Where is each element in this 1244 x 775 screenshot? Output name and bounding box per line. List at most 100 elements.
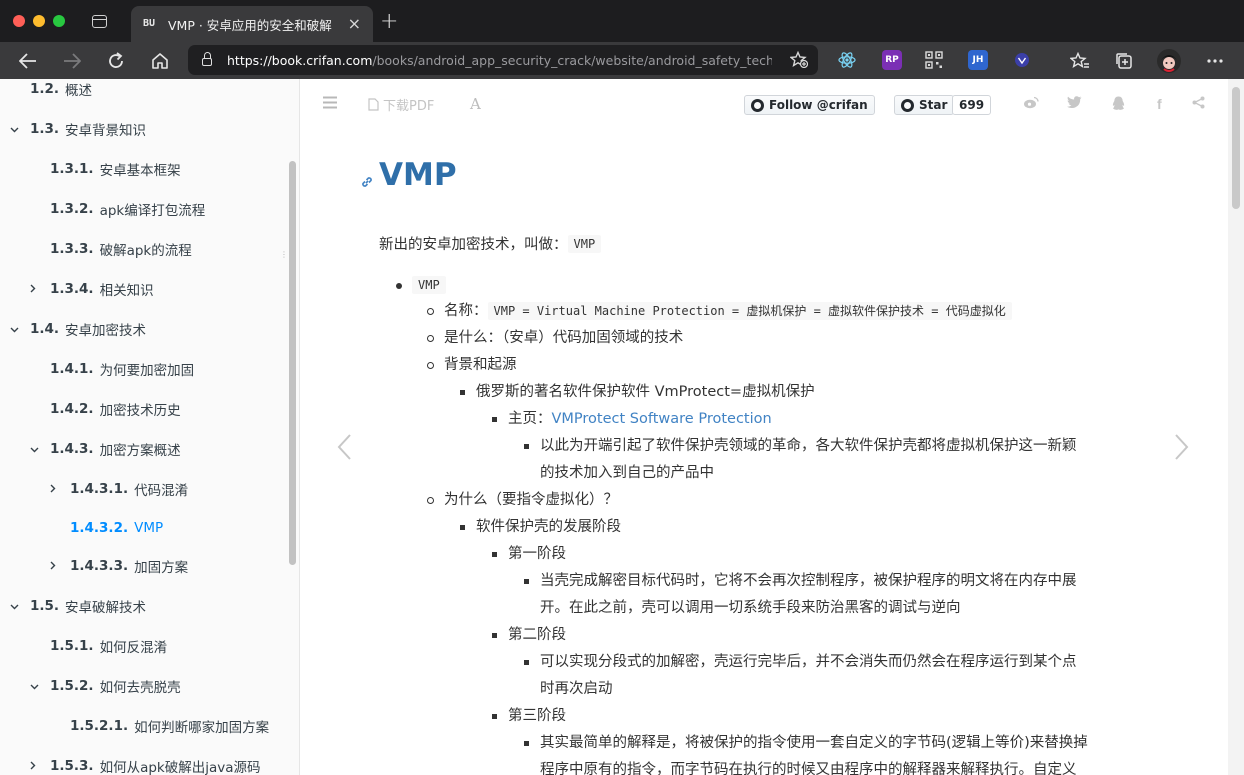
font-settings-icon[interactable]: A (470, 95, 481, 113)
address-bar[interactable]: https://book.crifan.com/books/android_ap… (188, 45, 818, 75)
sidebar-resize-handle[interactable]: ⋮ (280, 251, 288, 265)
list-bullet (492, 714, 497, 719)
close-tab-icon[interactable]: × (348, 16, 361, 32)
toc-item[interactable]: 1.5.1. 如何反混淆 (50, 636, 167, 656)
toc-item[interactable]: 1.4.2. 加密技术历史 (50, 399, 181, 419)
toc-item-label: 加固方案 (134, 560, 189, 576)
forward-arrow-icon[interactable] (57, 42, 87, 79)
chevron-right-icon[interactable] (50, 483, 60, 496)
qq-share-icon[interactable] (1112, 96, 1125, 115)
toc-item[interactable]: 1.5.2. 如何去壳脱壳 (30, 676, 181, 696)
chevron-down-icon[interactable] (10, 123, 20, 136)
toc-item[interactable]: 1.3.1. 安卓基本框架 (50, 159, 181, 179)
content-scrollbar[interactable] (1232, 87, 1240, 209)
favorites-icon[interactable] (1065, 42, 1095, 79)
github-star-button[interactable]: Star (894, 95, 955, 115)
toc-item[interactable]: 1.4. 安卓加密技术 (10, 319, 146, 339)
star-label: Star (919, 98, 948, 112)
toc-item-number: 1.4.3. (50, 441, 94, 457)
previous-page-chevron-icon[interactable] (336, 433, 352, 467)
minimize-window-button[interactable] (33, 15, 45, 27)
toc-item[interactable]: 1.5. 安卓破解技术 (10, 596, 146, 616)
content-scroll-track[interactable] (1228, 79, 1244, 775)
facebook-share-icon[interactable]: f (1157, 96, 1162, 112)
toc-item-number: 1.4.1. (50, 361, 94, 377)
chevron-down-icon[interactable] (30, 443, 40, 456)
list-bullet (396, 283, 402, 289)
toc-item[interactable]: 1.3. 安卓背景知识 (10, 119, 146, 139)
vue-devtools-icon[interactable] (1012, 50, 1032, 70)
toc-item[interactable]: 1.5.2.1. 如何判断哪家加固方案 (70, 716, 269, 736)
lock-icon[interactable] (202, 52, 212, 66)
chevron-right-icon[interactable] (30, 283, 40, 296)
toc-item-number: 1.2. (30, 81, 60, 97)
homepage-label: 主页： (508, 411, 552, 427)
chevron-right-icon[interactable] (30, 760, 40, 773)
github-follow-button[interactable]: Follow @crifan (744, 95, 875, 115)
rp-extension-icon[interactable]: RP (882, 50, 902, 70)
toc-sidebar: 1.2. 概述 1.3. 安卓背景知识 1.3.1. 安卓基本框架 1.3.2. apk编译打… (0, 79, 300, 775)
back-arrow-icon[interactable] (13, 42, 43, 79)
profile-avatar[interactable] (1154, 42, 1184, 79)
toc-item[interactable]: 1.4.3.2. VMP (70, 518, 163, 538)
toc-item-number: 1.3.1. (50, 161, 94, 177)
toc-item-label: 概述 (65, 83, 93, 99)
list-bullet (524, 660, 529, 665)
toc-item[interactable]: 1.3.4. 相关知识 (30, 279, 154, 299)
react-devtools-icon[interactable] (837, 50, 857, 70)
window-controls (13, 15, 65, 27)
home-icon[interactable] (145, 42, 175, 79)
toc-item[interactable]: 1.4.1. 为何要加密加固 (50, 359, 194, 379)
toc-item-label: VMP (134, 520, 164, 536)
toc-item[interactable]: 1.4.3.3. 加固方案 (50, 556, 189, 576)
download-pdf-label: 下载PDF (383, 99, 435, 114)
twitter-share-icon[interactable] (1067, 96, 1082, 112)
tab-actions-icon[interactable] (92, 14, 107, 28)
toc-item-number: 1.5.1. (50, 638, 94, 654)
qr-code-icon[interactable] (924, 50, 944, 70)
url-text[interactable]: https://book.crifan.com/books/android_ap… (227, 53, 772, 68)
toc-item-number: 1.4.3.1. (70, 481, 129, 497)
toc-item[interactable]: 1.2. 概述 (30, 79, 92, 99)
toc-item[interactable]: 1.5.3. 如何从apk破解出java源码 (30, 756, 261, 775)
toc-item[interactable]: 1.3.3. 破解apk的流程 (50, 239, 192, 259)
toc-item-number: 1.5.2. (50, 678, 94, 694)
star-count[interactable]: 699 (952, 95, 992, 115)
list-bullet (427, 362, 434, 369)
weibo-share-icon[interactable] (1023, 96, 1039, 113)
chevron-down-icon[interactable] (10, 323, 20, 336)
toc-item[interactable]: 1.4.3.1. 代码混淆 (50, 479, 188, 499)
toc-item-number: 1.4.3.2. (70, 520, 129, 536)
sidebar-scrollbar[interactable] (289, 161, 296, 565)
zoom-window-button[interactable] (53, 15, 65, 27)
list-bullet (524, 579, 529, 584)
list-bullet (427, 335, 434, 342)
list-item-revolution-cont: 的技术加入到自己的产品中 (540, 465, 714, 481)
list-bullet (524, 444, 529, 449)
list-item-stages: 软件保护壳的发展阶段 (476, 519, 621, 535)
add-favorite-icon[interactable] (789, 50, 809, 72)
browser-tab-active[interactable]: BU VMP · 安卓应用的安全和破解 × (131, 6, 373, 42)
list-item-stage3-text-cont: 程序中原有的指令，而字节码在执行的时候又由程序中的解释器来解释执行。自定义 (540, 762, 1077, 775)
jh-extension-icon[interactable]: JH (968, 50, 988, 70)
chevron-down-icon[interactable] (10, 600, 20, 613)
vmprotect-homepage-link[interactable]: VMProtect Software Protection (552, 411, 772, 427)
new-tab-icon[interactable]: + (380, 11, 398, 33)
next-page-chevron-icon[interactable] (1174, 433, 1190, 467)
list-item-stage3: 第三阶段 (508, 708, 566, 724)
toggle-sidebar-icon[interactable] (322, 96, 338, 113)
more-menu-icon[interactable] (1200, 42, 1230, 79)
name-label: 名称： (444, 303, 488, 319)
chevron-down-icon[interactable] (30, 680, 40, 693)
collections-icon[interactable] (1109, 42, 1139, 79)
toc-item-label: 如何判断哪家加固方案 (134, 720, 270, 736)
heading-anchor-icon[interactable] (360, 175, 374, 193)
close-window-button[interactable] (13, 15, 25, 27)
download-pdf-link[interactable]: 下载PDF (368, 95, 434, 114)
chevron-right-icon[interactable] (50, 560, 60, 573)
share-icon[interactable] (1192, 96, 1205, 113)
toc-item[interactable]: 1.4.3. 加密方案概述 (30, 439, 181, 459)
list-bullet (460, 390, 465, 395)
reload-icon[interactable] (101, 42, 131, 79)
toc-item[interactable]: 1.3.2. apk编译打包流程 (50, 199, 205, 219)
